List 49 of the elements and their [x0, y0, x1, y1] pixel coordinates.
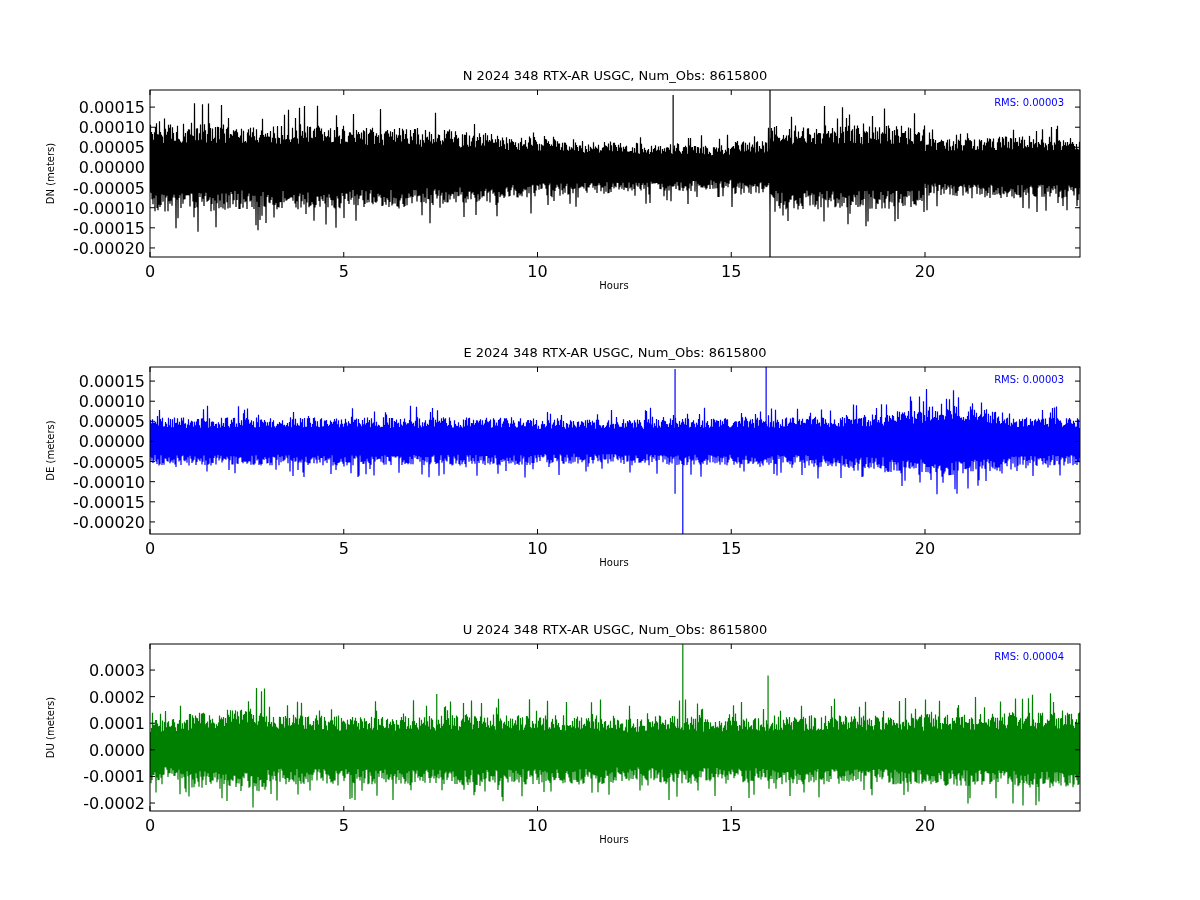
y-axis-label: DU (meters) [45, 696, 56, 759]
x-tick-label: 10 [527, 539, 548, 558]
y-axis-label: DE (meters) [45, 420, 56, 481]
chart-title: E 2024 348 RTX-AR USGC, Num_Obs: 8615800 [463, 345, 767, 360]
x-tick-label: 0 [144, 262, 156, 281]
y-tick-label: 0.00005 [78, 138, 145, 158]
y-tick-label: -0.00015 [73, 218, 145, 238]
x-tick-label: 15 [721, 539, 742, 558]
y-tick-label: 0.00000 [78, 158, 145, 178]
y-tick-label: 0.00015 [78, 372, 145, 392]
y-tick-label: -0.00015 [73, 492, 145, 512]
x-tick-label: 10 [527, 262, 548, 281]
y-tick-label: -0.00020 [73, 512, 145, 532]
y-tick-label: 0.00000 [78, 432, 145, 452]
x-tick-label: 20 [914, 262, 936, 281]
x-tick-label: 0 [144, 539, 156, 558]
y-tick-label: -0.00005 [73, 178, 145, 198]
y-tick-label: 0.00010 [78, 392, 145, 412]
y-tick-label: -0.00005 [73, 452, 145, 472]
x-tick-label: 15 [721, 816, 742, 835]
rms-label: RMS: 0.00003 [994, 374, 1064, 385]
y-tick-label: 0.00010 [78, 118, 145, 138]
rms-label: RMS: 0.00003 [994, 97, 1064, 108]
y-tick-label: -0.00010 [73, 198, 145, 218]
chart-title: N 2024 348 RTX-AR USGC, Num_Obs: 8615800 [462, 68, 768, 83]
rms-label: RMS: 0.00004 [994, 651, 1064, 662]
x-tick-label: 0 [144, 816, 156, 835]
y-tick-label: 0.0003 [89, 661, 145, 681]
x-tick-label: 20 [914, 539, 936, 558]
y-tick-label: 0.00005 [78, 412, 145, 432]
y-tick-label: -0.0001 [83, 767, 145, 787]
y-tick-label: -0.0002 [83, 794, 145, 813]
x-tick-label: 20 [914, 816, 936, 835]
x-axis-label: Hours [599, 280, 629, 291]
x-tick-label: 5 [338, 816, 349, 835]
x-tick-label: 15 [721, 262, 742, 281]
y-tick-label: -0.00010 [73, 472, 145, 492]
x-tick-label: 10 [527, 816, 548, 835]
x-axis-label: Hours [599, 834, 629, 845]
y-tick-label: 0.00015 [78, 98, 145, 118]
x-axis-label: Hours [599, 557, 629, 568]
y-tick-label: 0.0001 [89, 714, 145, 734]
y-axis-label: DN (meters) [45, 142, 56, 205]
chart-title: U 2024 348 RTX-AR USGC, Num_Obs: 8615800 [462, 622, 768, 637]
y-tick-label: 0.0002 [89, 687, 145, 707]
y-tick-label: -0.00020 [73, 238, 145, 258]
x-tick-label: 5 [338, 539, 349, 558]
y-tick-label: 0.0000 [89, 740, 145, 760]
x-tick-label: 5 [338, 262, 349, 281]
